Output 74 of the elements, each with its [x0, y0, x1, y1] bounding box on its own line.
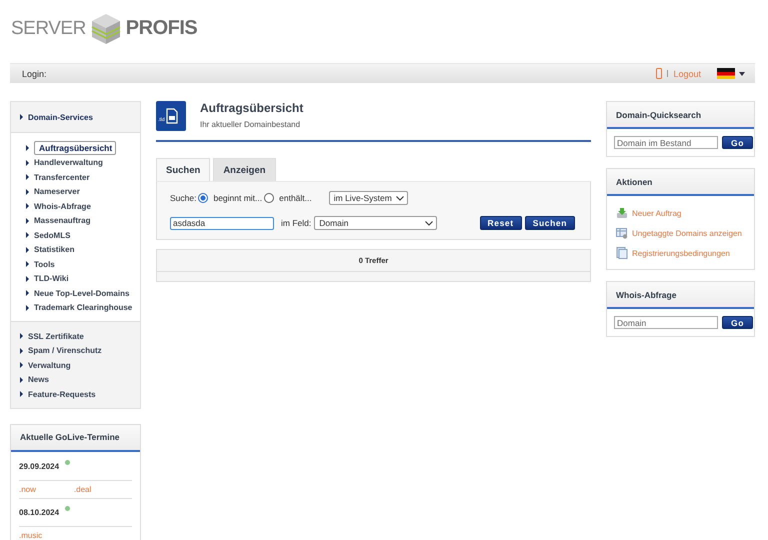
sidebar-link[interactable]: Neue Top-Level-Domains	[34, 288, 130, 298]
panel-title: Aktionen	[616, 176, 652, 186]
sidebar-link[interactable]: Handleverwaltung	[34, 158, 103, 168]
tab[interactable]: Anzeigen	[213, 158, 276, 181]
bullet-icon	[20, 362, 23, 368]
sidebar-link[interactable]: TLD-Wiki	[34, 274, 69, 284]
panel-title: Aktuelle GoLive-Termine	[20, 432, 120, 442]
chevron-down-icon	[396, 196, 404, 200]
bullet-icon	[26, 276, 29, 282]
dropdown-caret-icon[interactable]	[739, 72, 745, 76]
go-button[interactable]: Go	[722, 316, 754, 329]
bullet-icon	[26, 188, 29, 195]
sidebar-link[interactable]: Spam / Virenschutz	[28, 346, 102, 356]
sidebar-link[interactable]: Nameserver	[34, 187, 80, 196]
bullet-icon	[26, 145, 29, 152]
page-subtitle: Ihr aktueller Domainbestand	[200, 120, 302, 129]
domain-input[interactable]: Domain im Bestand	[614, 136, 718, 149]
bullet-icon	[26, 246, 29, 253]
document-icon	[164, 108, 178, 124]
radio-button[interactable]	[198, 193, 208, 203]
flag-icon[interactable]	[717, 68, 735, 79]
sidebar-link[interactable]: Feature-Requests	[28, 390, 96, 399]
radio-button[interactable]	[264, 193, 274, 203]
tab[interactable]: Suchen	[156, 158, 210, 181]
section-title: Domain-Services	[28, 112, 93, 122]
sidebar-link[interactable]: News	[28, 375, 49, 384]
field-label: im Feld:	[281, 218, 312, 228]
go-button[interactable]: Go	[722, 136, 754, 149]
search-label: Suche:	[170, 193, 196, 203]
sidebar-link[interactable]: SedoMLS	[34, 230, 70, 240]
bullet-icon	[20, 376, 23, 383]
form-button[interactable]: Suchen	[524, 216, 575, 230]
date-label: 29.09.2024	[19, 462, 60, 470]
download-box-icon	[616, 207, 628, 219]
bullet-icon	[26, 160, 29, 166]
sidebar-link[interactable]: Verwaltung	[28, 360, 71, 370]
panel-title: Domain-Quicksearch	[616, 110, 702, 120]
system-dropdown[interactable]: im Live-System	[328, 191, 408, 205]
table-gear-icon	[616, 227, 628, 239]
phone-icon[interactable]	[656, 68, 662, 79]
bullet-icon	[20, 391, 23, 398]
radio-label: enthält...	[279, 193, 312, 203]
login-label: Login:	[22, 68, 47, 78]
radio-label: beginnt mit...	[213, 193, 262, 203]
bullet-icon	[20, 348, 23, 354]
sidebar-link[interactable]: Massenauftrag	[34, 216, 90, 226]
sidebar-link[interactable]: SSL Zertifikate	[28, 332, 84, 341]
logo-text: PROFIS	[126, 17, 198, 40]
bullet-icon	[26, 174, 29, 180]
sidebar-link[interactable]: Trademark Clearinghouse	[34, 303, 132, 312]
bullet-icon	[20, 114, 23, 120]
bullet-icon	[20, 333, 23, 340]
form-button[interactable]: Reset	[480, 216, 522, 230]
page-title: Auftragsübersicht	[200, 101, 304, 116]
bullet-icon	[26, 261, 29, 268]
bullet-icon	[26, 304, 29, 311]
bullet-icon	[26, 290, 29, 296]
sidebar-link[interactable]: Auftragsübersicht	[34, 141, 116, 156]
chevron-down-icon	[425, 220, 434, 226]
bullet-icon	[26, 232, 29, 238]
sidebar-link[interactable]: Whois-Abfrage	[34, 202, 91, 211]
document-icon	[616, 247, 628, 259]
bullet-icon	[26, 218, 29, 224]
bullet-icon	[26, 203, 29, 210]
sidebar-link[interactable]: Statistiken	[34, 245, 74, 254]
domain-input[interactable]: Domain	[614, 316, 718, 329]
sidebar-link[interactable]: Tools	[34, 260, 55, 269]
date-label: 08.10.2024	[19, 508, 60, 516]
field-dropdown[interactable]: Domain	[314, 216, 438, 230]
cube-logo-icon	[90, 12, 122, 46]
panel-title: Whois-Abfrage	[616, 290, 676, 300]
search-input[interactable]: asdasda	[170, 216, 274, 230]
sidebar-link[interactable]: Transfercenter	[34, 172, 90, 182]
logo-text: SERVER	[11, 18, 86, 40]
